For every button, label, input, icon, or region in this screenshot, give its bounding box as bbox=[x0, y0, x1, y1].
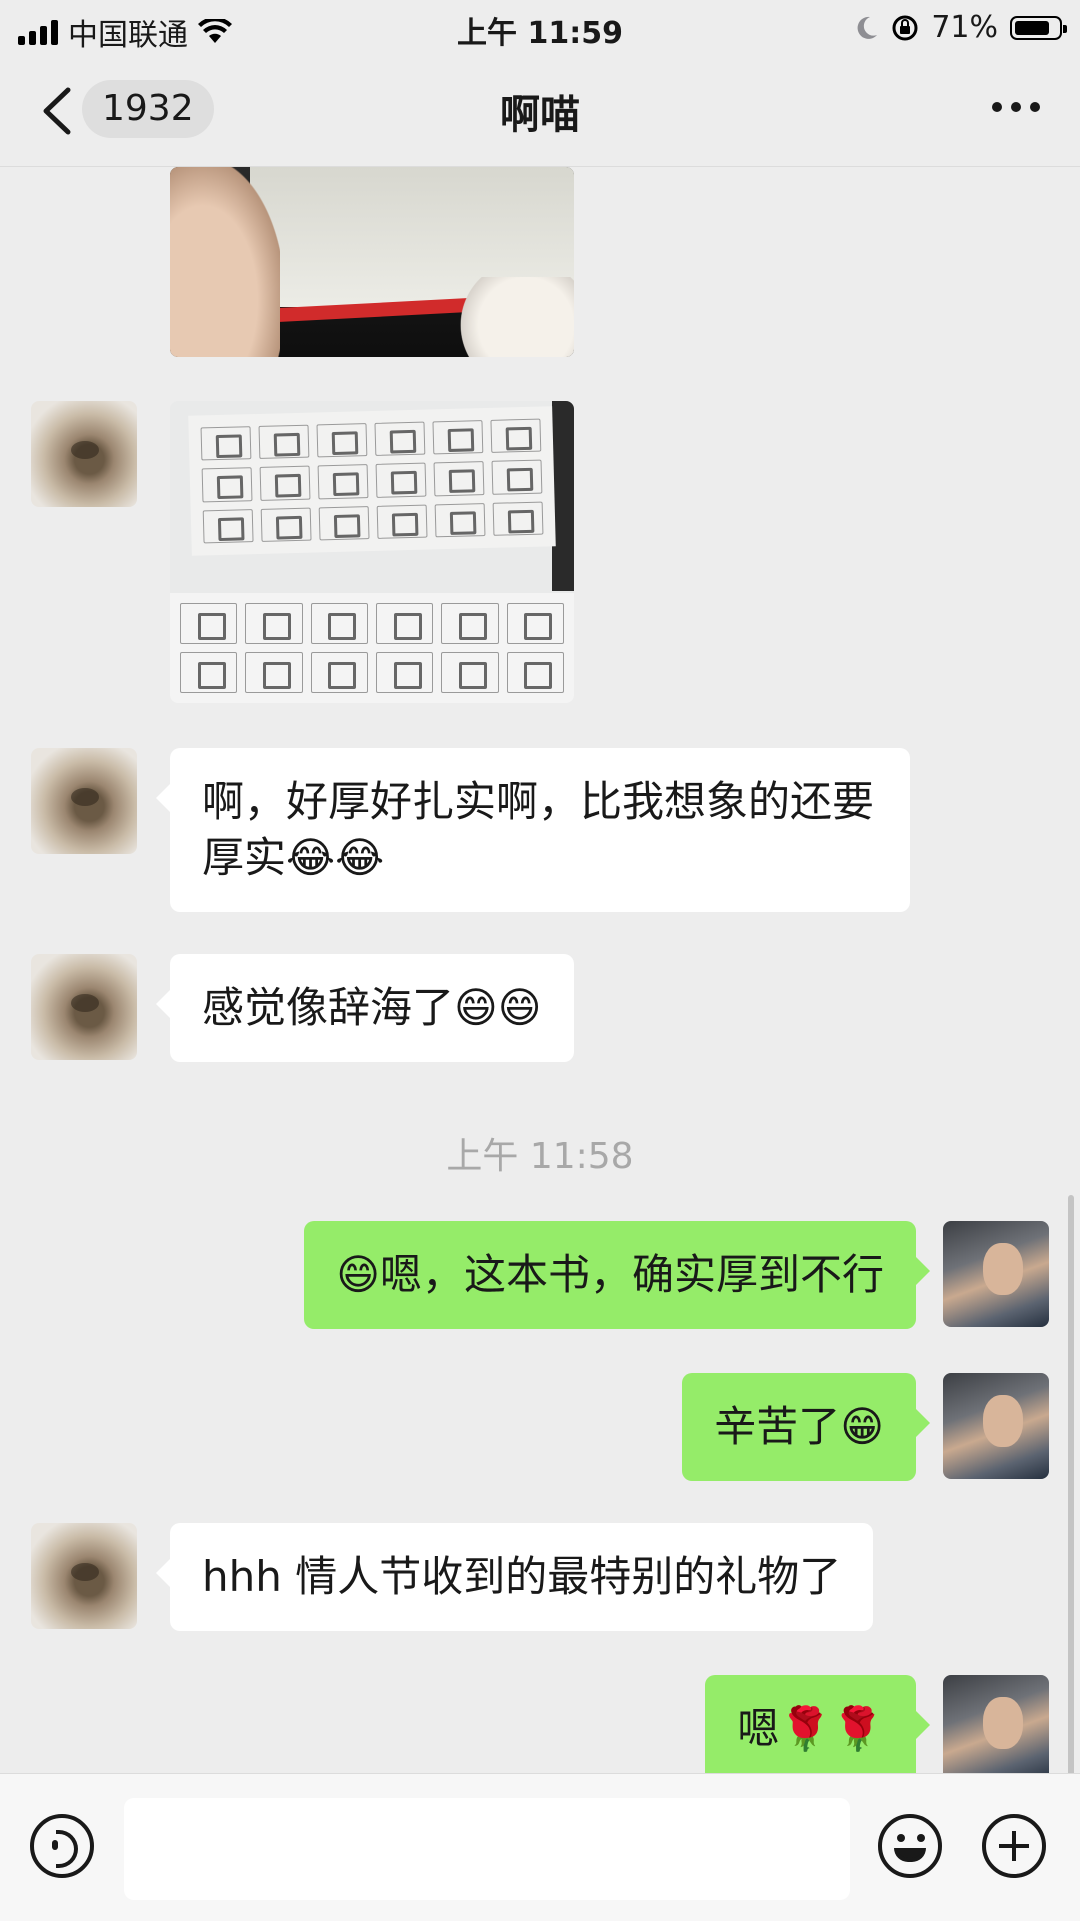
message-input[interactable] bbox=[124, 1798, 850, 1900]
emoji-icon[interactable] bbox=[878, 1814, 942, 1878]
contact-avatar[interactable] bbox=[31, 748, 137, 854]
battery-icon bbox=[1010, 15, 1067, 40]
message-bubble-outgoing[interactable]: 辛苦了😁 bbox=[682, 1373, 930, 1481]
message-bubble-outgoing[interactable]: 😄嗯，这本书，确实厚到不行 bbox=[304, 1221, 930, 1329]
contact-avatar[interactable] bbox=[31, 1523, 137, 1629]
moon-icon bbox=[857, 16, 878, 39]
contact-avatar[interactable] bbox=[31, 401, 137, 507]
voice-input-icon[interactable] bbox=[30, 1814, 94, 1878]
chat-title: 啊喵 bbox=[500, 92, 580, 138]
my-avatar[interactable] bbox=[943, 1675, 1049, 1773]
character-pages-photo[interactable] bbox=[170, 401, 574, 703]
rotation-lock-icon bbox=[892, 15, 918, 40]
contact-avatar[interactable] bbox=[31, 954, 137, 1060]
message-timestamp: 上午 11:58 bbox=[446, 1136, 634, 1177]
battery-percent: 71% bbox=[931, 10, 998, 45]
nav-bar: 1932 啊喵 bbox=[0, 56, 1080, 167]
scrollbar[interactable] bbox=[1068, 1195, 1074, 1773]
plus-icon[interactable] bbox=[982, 1814, 1046, 1878]
book-edge-photo[interactable] bbox=[170, 167, 574, 357]
status-bar: 中国联通 上午 11:59 71% bbox=[0, 0, 1080, 56]
message-bubble-incoming[interactable]: hhh 情人节收到的最特别的礼物了 bbox=[155, 1523, 874, 1631]
my-avatar[interactable] bbox=[943, 1373, 1049, 1479]
my-avatar[interactable] bbox=[943, 1221, 1049, 1327]
status-right: 71% bbox=[855, 10, 1067, 45]
message-bubble-outgoing[interactable]: 嗯🌹🌹 bbox=[705, 1675, 930, 1773]
message-bubble-incoming[interactable]: 啊，好厚好扎实啊，比我想象的还要厚实😂😂 bbox=[156, 748, 910, 912]
chat-area[interactable]: 啊，好厚好扎实啊，比我想象的还要厚实😂😂 感觉像辞海了😄😄 上午 11:58 😄… bbox=[0, 167, 1080, 1773]
message-bubble-incoming[interactable]: 感觉像辞海了😄😄 bbox=[156, 954, 574, 1062]
input-bar bbox=[0, 1773, 1080, 1921]
more-options-icon[interactable] bbox=[992, 102, 1040, 112]
